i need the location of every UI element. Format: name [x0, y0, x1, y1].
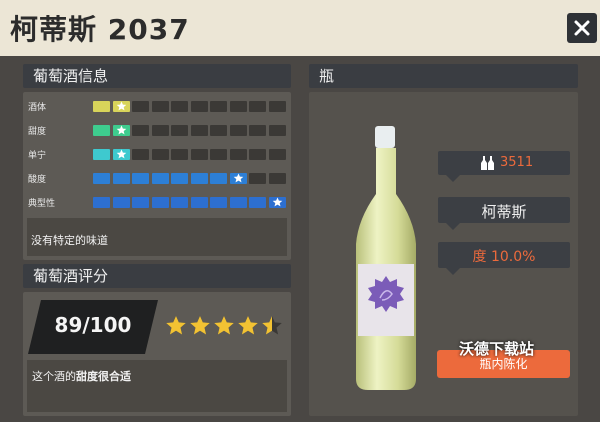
- rating-star-icon: [214, 316, 234, 335]
- meter-segment-empty: [249, 125, 266, 136]
- abv-badge: 度 10.0%: [438, 242, 570, 268]
- meter-segment-empty: [171, 149, 188, 160]
- meter-segment-filled: [210, 173, 227, 184]
- meter-segment-empty: [249, 149, 266, 160]
- meter-segment-empty: [229, 101, 247, 112]
- bottle-count: 3511: [500, 155, 534, 170]
- meter-segment-filled: [93, 197, 110, 208]
- meter-segment-filled: [210, 197, 227, 208]
- trait-meter: [93, 149, 287, 160]
- meter-segment-filled: [151, 197, 169, 208]
- meter-segment-filled: [132, 197, 149, 208]
- trait-meter: [93, 197, 287, 208]
- trait-meter: [93, 173, 287, 184]
- bubble-tail: [446, 175, 460, 182]
- meter-segment-empty: [229, 149, 247, 160]
- meter-segment-empty: [171, 101, 188, 112]
- close-button[interactable]: [567, 13, 597, 43]
- meter-segment-filled: [171, 173, 188, 184]
- star-icon: [272, 197, 282, 207]
- star-icon: [233, 173, 243, 183]
- wine-name: 柯蒂斯: [481, 203, 527, 221]
- bottle-header: 瓶: [309, 64, 578, 88]
- wine-title: 柯蒂斯 2037: [10, 13, 190, 46]
- meter-segment-empty: [132, 101, 149, 112]
- star-icon: [116, 149, 126, 159]
- review-highlight: 甜度很合适: [76, 370, 131, 383]
- star-icon: [116, 125, 126, 135]
- wine-bottle: [356, 126, 416, 390]
- meter-segment-empty: [190, 125, 208, 136]
- trait-label: 甜度: [28, 127, 47, 137]
- bottles-icon: [481, 156, 494, 170]
- rating-star-icon: [190, 316, 210, 335]
- wine-name-badge: 柯蒂斯: [438, 197, 570, 223]
- meter-segment-empty: [190, 149, 208, 160]
- abv-value: 度 10.0%: [472, 249, 536, 265]
- close-icon: [574, 20, 590, 36]
- wine-info-header: 葡萄酒信息: [23, 64, 291, 88]
- meter-segment-empty: [171, 125, 188, 136]
- flavor-text: 没有特定的味道: [31, 234, 108, 247]
- meter-segment-empty: [268, 149, 286, 160]
- score-value: 89/100: [54, 313, 132, 337]
- meter-star-segment: [268, 197, 286, 208]
- meter-segment-empty: [210, 149, 227, 160]
- meter-segment-empty: [210, 101, 227, 112]
- trait-label: 典型性: [28, 199, 56, 209]
- meter-segment-filled: [112, 197, 130, 208]
- meter-star-segment: [112, 125, 130, 136]
- meter-star-segment: [112, 101, 130, 112]
- meter-segment-filled: [151, 173, 169, 184]
- meter-segment-empty: [132, 125, 149, 136]
- review-text: 这个酒的甜度很合适: [32, 368, 131, 384]
- meter-segment-filled: [93, 149, 110, 160]
- meter-segment-empty: [151, 101, 169, 112]
- title-bar: 柯蒂斯 2037: [0, 0, 600, 56]
- rating-star-icon: [238, 316, 258, 335]
- meter-segment-filled: [190, 173, 208, 184]
- trait-label: 单宁: [28, 151, 47, 161]
- meter-segment-empty: [249, 101, 266, 112]
- meter-segment-empty: [268, 101, 286, 112]
- meter-segment-filled: [249, 197, 266, 208]
- trait-label: 酸度: [28, 175, 47, 185]
- meter-segment-filled: [93, 125, 110, 136]
- wine-rating-header: 葡萄酒评分: [23, 264, 291, 288]
- meter-star-segment: [112, 149, 130, 160]
- meter-segment-empty: [132, 149, 149, 160]
- star-icon: [116, 101, 126, 111]
- watermark: 沃德下载站: [459, 340, 535, 358]
- meter-segment-filled: [132, 173, 149, 184]
- meter-segment-empty: [249, 173, 266, 184]
- trait-meter: [93, 125, 287, 136]
- meter-segment-empty: [229, 125, 247, 136]
- meter-segment-empty: [268, 173, 286, 184]
- trait-label: 酒体: [28, 103, 47, 113]
- rating-star-icon: [166, 316, 186, 335]
- meter-segment-empty: [268, 125, 286, 136]
- meter-segment-empty: [151, 149, 169, 160]
- meter-segment-filled: [171, 197, 188, 208]
- bubble-tail: [446, 223, 460, 230]
- meter-star-segment: [229, 173, 247, 184]
- meter-segment-filled: [93, 101, 110, 112]
- bottle-count-badge: 3511: [438, 151, 570, 175]
- meter-segment-empty: [151, 125, 169, 136]
- meter-segment-filled: [93, 173, 110, 184]
- meter-segment-filled: [190, 197, 208, 208]
- bubble-tail: [446, 268, 460, 275]
- review-prefix: 这个酒的: [32, 370, 76, 383]
- meter-segment-filled: [112, 173, 130, 184]
- meter-segment-filled: [229, 197, 247, 208]
- trait-meter: [93, 101, 287, 112]
- rating-star-icon: [262, 316, 282, 335]
- meter-segment-empty: [210, 125, 227, 136]
- meter-segment-empty: [190, 101, 208, 112]
